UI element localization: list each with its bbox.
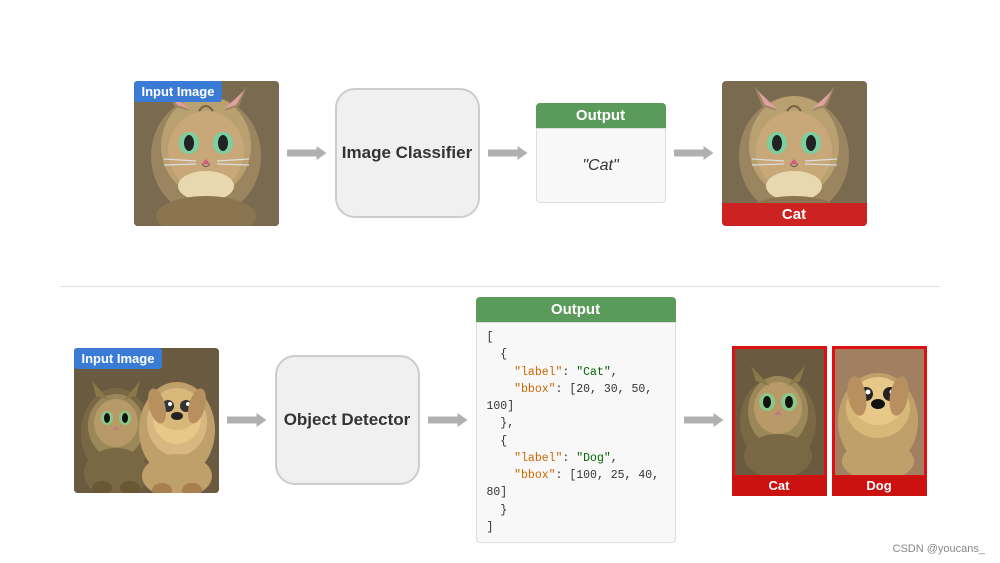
- row2-result-dog-slot: Dog: [832, 346, 927, 496]
- row2-detector: Input Image: [40, 287, 960, 553]
- row1-arrow3-shape: [674, 146, 714, 160]
- row2-cat-name-tag: Cat: [732, 476, 827, 496]
- row1-arrow1: [287, 146, 327, 160]
- diagram-container: Input Image: [0, 0, 1000, 563]
- row1-output-header: Output: [536, 103, 666, 128]
- row1-process-label: Image Classifier: [342, 142, 472, 164]
- row2-result-images: Cat Dog: [732, 343, 927, 498]
- watermark: CSDN @youcans_: [893, 543, 985, 555]
- row2-arrow2-shape: [428, 413, 468, 427]
- row1-result-label: Cat: [722, 203, 867, 226]
- row1-arrow2: [488, 146, 528, 160]
- row1-output-body: "Cat": [536, 128, 666, 203]
- row2-arrow3: [684, 413, 724, 427]
- row1-cat-image: [134, 81, 279, 226]
- row2-process-box: Object Detector: [275, 355, 420, 485]
- row1-input-image-box: Input Image: [134, 81, 279, 226]
- row2-input-svg: [74, 348, 219, 493]
- row1-arrow1-shape: [287, 146, 327, 160]
- row1-cat-svg: [134, 81, 279, 226]
- row2-dog-red-border: [832, 346, 927, 478]
- row2-result-cat-slot: Cat: [732, 346, 827, 496]
- row2-dog-name-tag: Dog: [832, 476, 927, 496]
- row2-cat-red-border: [732, 346, 827, 478]
- row2-arrow2: [428, 413, 468, 427]
- row1-arrow2-shape: [488, 146, 528, 160]
- row2-input-label: Input Image: [74, 348, 163, 369]
- row2-output-box: Output [ { "label": "Cat", "bbox": [20, …: [476, 297, 676, 543]
- row1-input-label: Input Image: [134, 81, 223, 102]
- row1-result-image: Cat: [722, 81, 867, 226]
- row1-arrow3: [674, 146, 714, 160]
- row1-cat-face-decoration: [134, 81, 279, 226]
- row1-result-cat-img: Cat: [722, 81, 867, 226]
- row2-arrow1-shape: [227, 413, 267, 427]
- row2-arrow3-shape: [684, 413, 724, 427]
- row1-classifier: Input Image: [40, 20, 960, 286]
- row1-output-box: Output "Cat": [536, 103, 666, 203]
- row2-input-img: [74, 348, 219, 493]
- row1-process-box: Image Classifier: [335, 88, 480, 218]
- row2-input-image-box: Input Image: [74, 348, 219, 493]
- row2-arrow1: [227, 413, 267, 427]
- row2-output-code: [ { "label": "Cat", "bbox": [20, 30, 50,…: [476, 322, 676, 543]
- row1-output-value: "Cat": [582, 157, 618, 175]
- row2-process-label: Object Detector: [284, 409, 411, 431]
- row2-output-header: Output: [476, 297, 676, 322]
